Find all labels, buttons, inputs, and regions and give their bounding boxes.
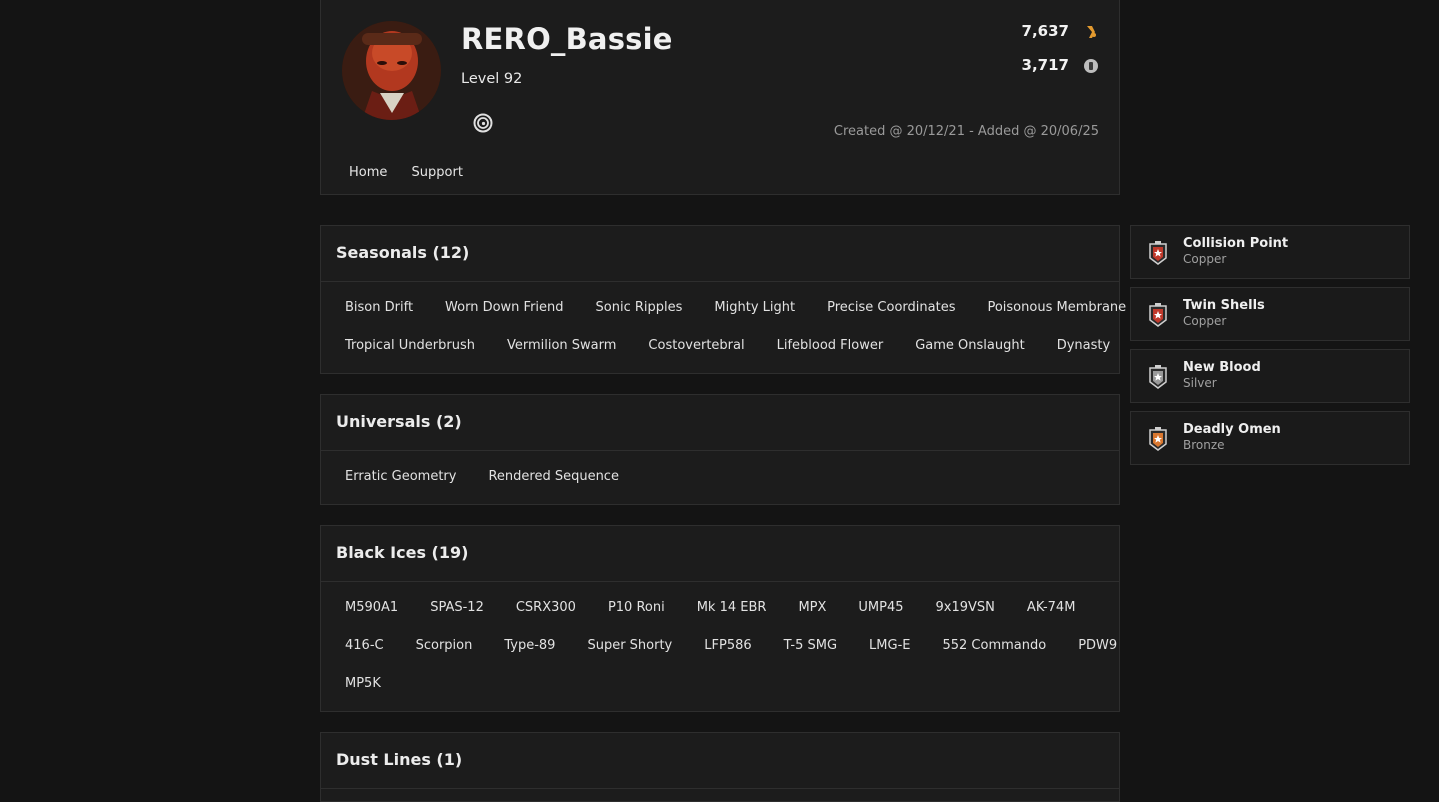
section-divider <box>321 281 1119 282</box>
weapon-tag[interactable]: 9x19VSN <box>920 600 1011 615</box>
weapon-tag[interactable]: MPX <box>782 600 842 615</box>
ubisoft-icon[interactable] <box>473 113 493 133</box>
section-divider <box>321 788 1119 789</box>
weapon-tag[interactable]: AK-74M <box>1011 600 1092 615</box>
section-divider <box>321 450 1119 451</box>
skin-tag[interactable]: Costovertebral <box>632 338 760 353</box>
profile-nav: Home Support <box>349 165 483 180</box>
renown-value: 7,637 <box>1021 22 1069 40</box>
renown-icon <box>1083 24 1099 40</box>
skin-tag[interactable]: Game Onslaught <box>899 338 1040 353</box>
profile-header: RERO_Bassie Level 92 7,637 3,717 Created… <box>320 0 1120 195</box>
avatar <box>342 21 441 120</box>
section-title: Dust Lines (1) <box>336 750 463 769</box>
charm-name: Collision Point <box>1183 236 1289 251</box>
section-title: Seasonals (12) <box>336 243 470 262</box>
skin-tag[interactable]: Tropical Underbrush <box>329 338 491 353</box>
black-ices-section: Black Ices (19) M590A1 SPAS-12 CSRX300 P… <box>320 525 1120 712</box>
skin-tag[interactable]: Poisonous Membrane <box>971 300 1142 315</box>
skin-tag[interactable]: Sonic Ripples <box>580 300 699 315</box>
weapon-tag[interactable]: 416-C <box>329 638 400 653</box>
nav-support[interactable]: Support <box>412 165 463 180</box>
weapon-tag[interactable]: M590A1 <box>329 600 414 615</box>
username: RERO_Bassie <box>461 22 673 56</box>
skin-tag[interactable]: Vermilion Swarm <box>491 338 632 353</box>
credits-icon <box>1083 58 1099 74</box>
skin-tag[interactable]: Worn Down Friend <box>429 300 579 315</box>
charm-card[interactable]: Deadly Omen Bronze <box>1130 411 1410 465</box>
weapon-tag[interactable]: T-5 SMG <box>768 638 853 653</box>
universals-section: Universals (2) Erratic Geometry Rendered… <box>320 394 1120 505</box>
charm-card[interactable]: Collision Point Copper <box>1130 225 1410 279</box>
rank-badge-icon <box>1147 426 1169 452</box>
weapon-tag[interactable]: MP5K <box>329 676 397 691</box>
skin-tag[interactable]: Lifeblood Flower <box>761 338 900 353</box>
account-dates: Created @ 20/12/21 - Added @ 20/06/25 <box>833 124 1099 139</box>
skin-tag[interactable]: Bison Drift <box>329 300 429 315</box>
tag-row: Erratic Geometry Rendered Sequence <box>329 469 635 484</box>
rank-badge-icon <box>1147 302 1169 328</box>
weapon-tag[interactable]: LMG-E <box>853 638 926 653</box>
charm-tier: Silver <box>1183 376 1217 390</box>
weapon-tag[interactable]: Super Shorty <box>571 638 688 653</box>
charm-name: Deadly Omen <box>1183 422 1281 437</box>
weapon-tag[interactable]: Scorpion <box>400 638 489 653</box>
charm-tier: Copper <box>1183 314 1227 328</box>
seasonals-section: Seasonals (12) Bison Drift Worn Down Fri… <box>320 225 1126 374</box>
charm-tier: Bronze <box>1183 438 1225 452</box>
rank-badge-icon <box>1147 240 1169 266</box>
charm-name: Twin Shells <box>1183 298 1265 313</box>
section-divider <box>321 581 1119 582</box>
section-title: Universals (2) <box>336 412 462 431</box>
weapon-tag[interactable]: UMP45 <box>842 600 919 615</box>
weapon-tag[interactable]: LFP586 <box>688 638 767 653</box>
skin-tag[interactable]: Erratic Geometry <box>329 469 472 484</box>
charm-name: New Blood <box>1183 360 1261 375</box>
nav-home[interactable]: Home <box>349 165 387 180</box>
tag-row: Bison Drift Worn Down Friend Sonic Rippl… <box>329 300 1142 315</box>
skin-tag[interactable]: Mighty Light <box>698 300 811 315</box>
weapon-tag[interactable]: CSRX300 <box>500 600 592 615</box>
tag-row: 416-C Scorpion Type-89 Super Shorty LFP5… <box>329 638 1133 653</box>
weapon-tag[interactable]: Mk 14 EBR <box>681 600 783 615</box>
dust-lines-section: Dust Lines (1) <box>320 732 1120 802</box>
charm-tier: Copper <box>1183 252 1227 266</box>
skin-tag[interactable]: Dynasty <box>1041 338 1126 353</box>
section-title: Black Ices (19) <box>336 543 469 562</box>
weapon-tag[interactable]: P10 Roni <box>592 600 681 615</box>
weapon-tag[interactable]: Type-89 <box>488 638 571 653</box>
skin-tag[interactable]: Rendered Sequence <box>472 469 635 484</box>
tag-row: Tropical Underbrush Vermilion Swarm Cost… <box>329 338 1126 353</box>
weapon-tag[interactable]: SPAS-12 <box>414 600 500 615</box>
skin-tag[interactable]: Precise Coordinates <box>811 300 971 315</box>
tag-row: M590A1 SPAS-12 CSRX300 P10 Roni Mk 14 EB… <box>329 600 1091 615</box>
charm-card[interactable]: Twin Shells Copper <box>1130 287 1410 341</box>
tag-row: MP5K <box>329 676 397 691</box>
charm-card[interactable]: New Blood Silver <box>1130 349 1410 403</box>
credits-value: 3,717 <box>1021 56 1069 74</box>
rank-badge-icon <box>1147 364 1169 390</box>
player-level: Level 92 <box>461 71 523 87</box>
weapon-tag[interactable]: 552 Commando <box>926 638 1062 653</box>
weapon-tag[interactable]: PDW9 <box>1062 638 1133 653</box>
